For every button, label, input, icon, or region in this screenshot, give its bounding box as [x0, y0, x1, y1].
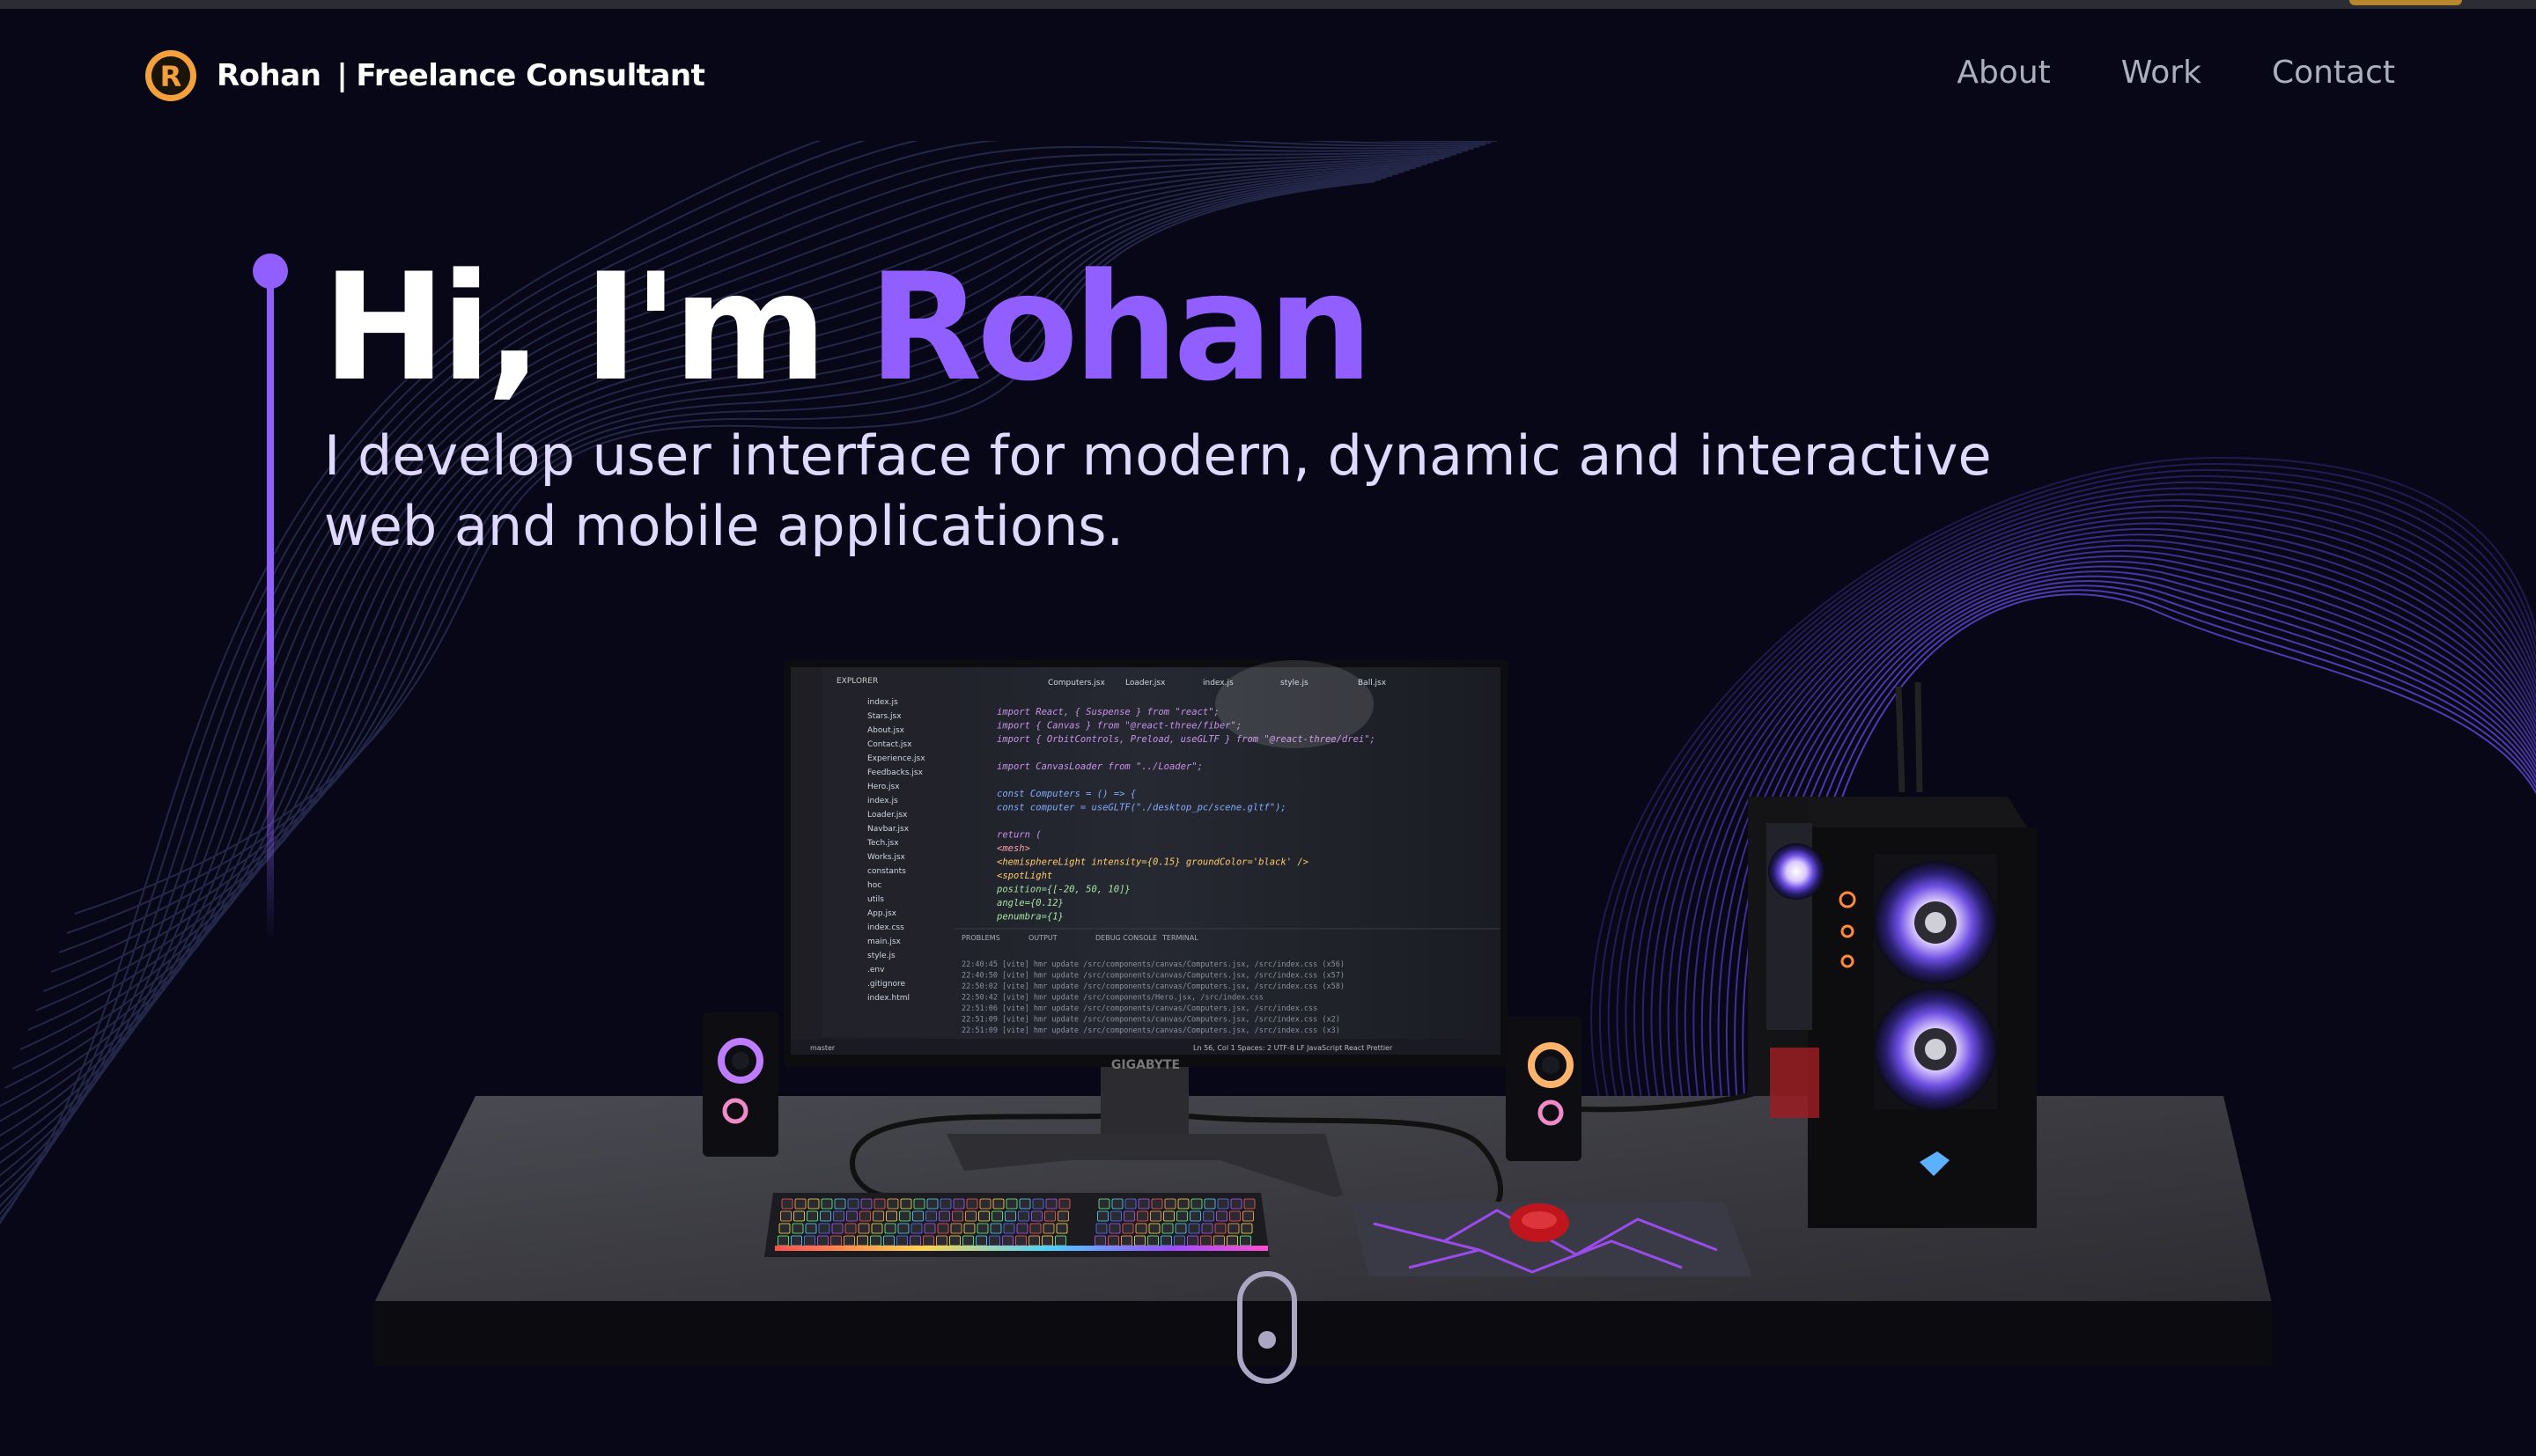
- navbar: R Rohan | Freelance Consultant About Work …: [0, 9, 2536, 141]
- nav-link-work[interactable]: Work: [2121, 55, 2201, 91]
- timeline-line: [267, 282, 274, 942]
- nav-links: About Work Contact: [1957, 55, 2395, 91]
- brand-separator: |: [336, 58, 348, 93]
- brand-name: Rohan: [217, 58, 321, 93]
- scroll-down-button[interactable]: [1237, 1271, 1297, 1384]
- brand-role: Freelance Consultant: [356, 58, 705, 93]
- brand-text: Rohan | Freelance Consultant: [217, 58, 705, 93]
- scroll-dot: [1258, 1331, 1276, 1349]
- logo-icon: R: [145, 50, 196, 101]
- nav-link-contact[interactable]: Contact: [2272, 55, 2395, 91]
- nav-link-about[interactable]: About: [1957, 55, 2050, 91]
- hero-title: Hi, I'm Rohan: [322, 239, 1373, 415]
- hero-section: Hi, I'm Rohan I develop user interface f…: [0, 141, 2536, 1456]
- hero-subtitle: I develop user interface for modern, dyn…: [324, 423, 1992, 558]
- svg-text:R: R: [160, 60, 182, 93]
- hero-greeting: Hi, I'm: [322, 241, 868, 414]
- hero-name: Rohan: [867, 241, 1373, 414]
- brand-link[interactable]: R Rohan | Freelance Consultant: [143, 48, 705, 104]
